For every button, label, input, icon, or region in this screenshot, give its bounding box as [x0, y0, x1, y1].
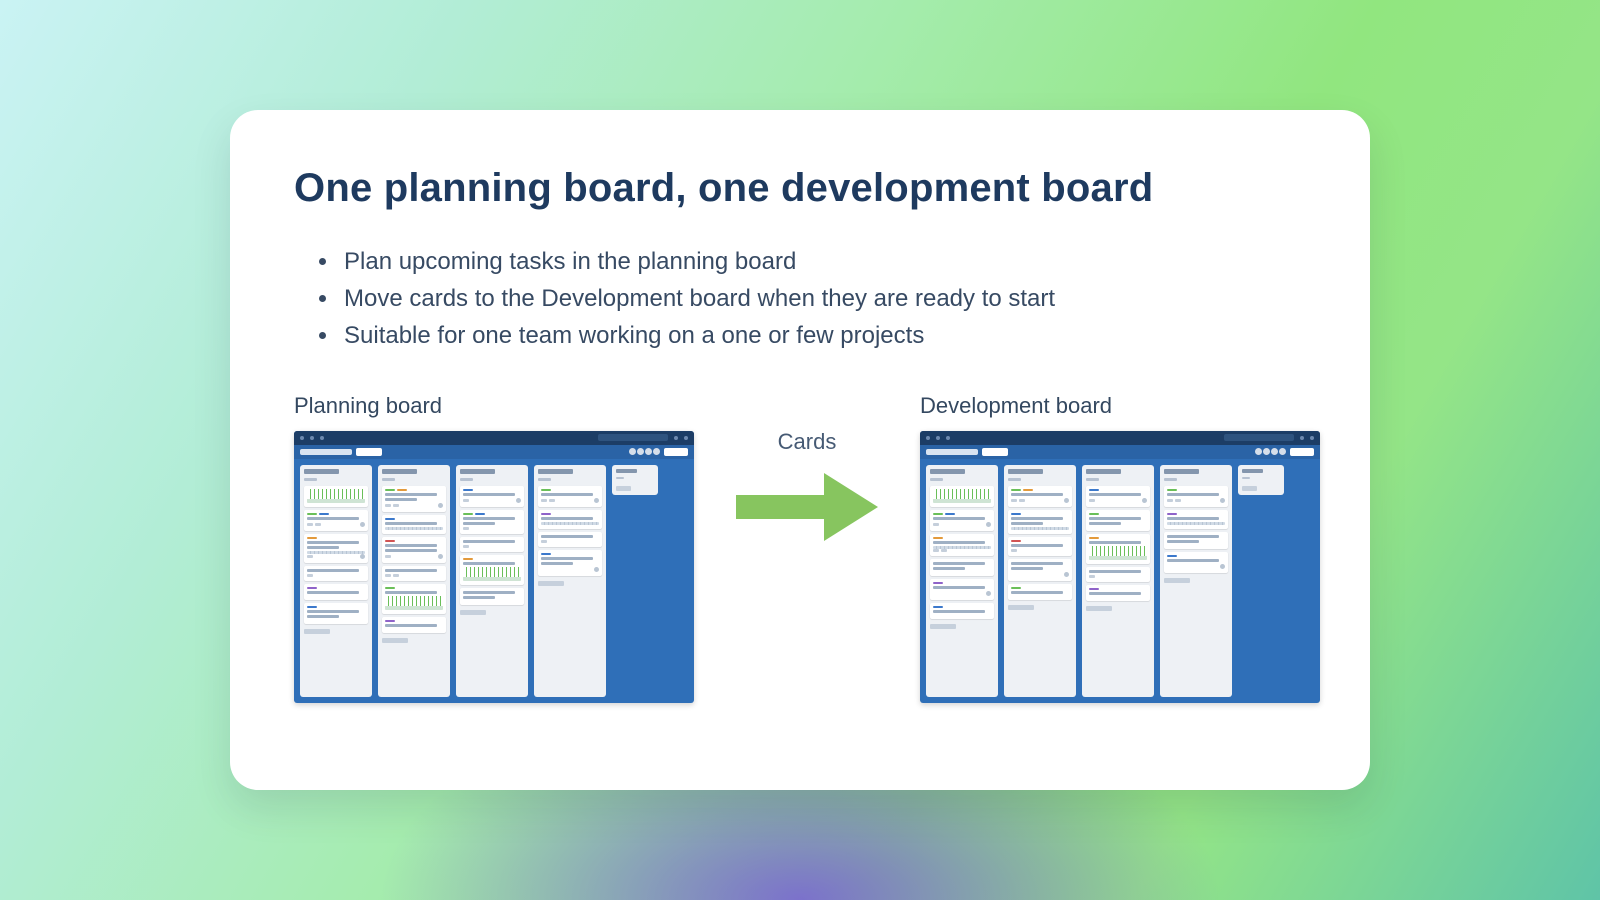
bullet-item: Move cards to the Development board when… — [340, 280, 1306, 317]
arrow-column: Cards — [712, 429, 902, 549]
development-board-screenshot — [920, 431, 1320, 703]
bullet-item: Suitable for one team working on a one o… — [340, 317, 1306, 354]
bullet-item: Plan upcoming tasks in the planning boar… — [340, 243, 1306, 280]
gradient-background: One planning board, one development boar… — [0, 0, 1600, 900]
slide-title: One planning board, one development boar… — [294, 166, 1306, 211]
development-board-label: Development board — [920, 393, 1320, 419]
bullet-list: Plan upcoming tasks in the planning boar… — [294, 243, 1306, 355]
cards-arrow-label: Cards — [778, 429, 837, 455]
planning-board-label: Planning board — [294, 393, 694, 419]
development-column: Development board — [920, 393, 1320, 703]
boards-row: Planning board — [294, 393, 1306, 703]
arrow-right-icon — [732, 465, 882, 549]
slide-card: One planning board, one development boar… — [230, 110, 1370, 790]
planning-column: Planning board — [294, 393, 694, 703]
planning-board-screenshot — [294, 431, 694, 703]
